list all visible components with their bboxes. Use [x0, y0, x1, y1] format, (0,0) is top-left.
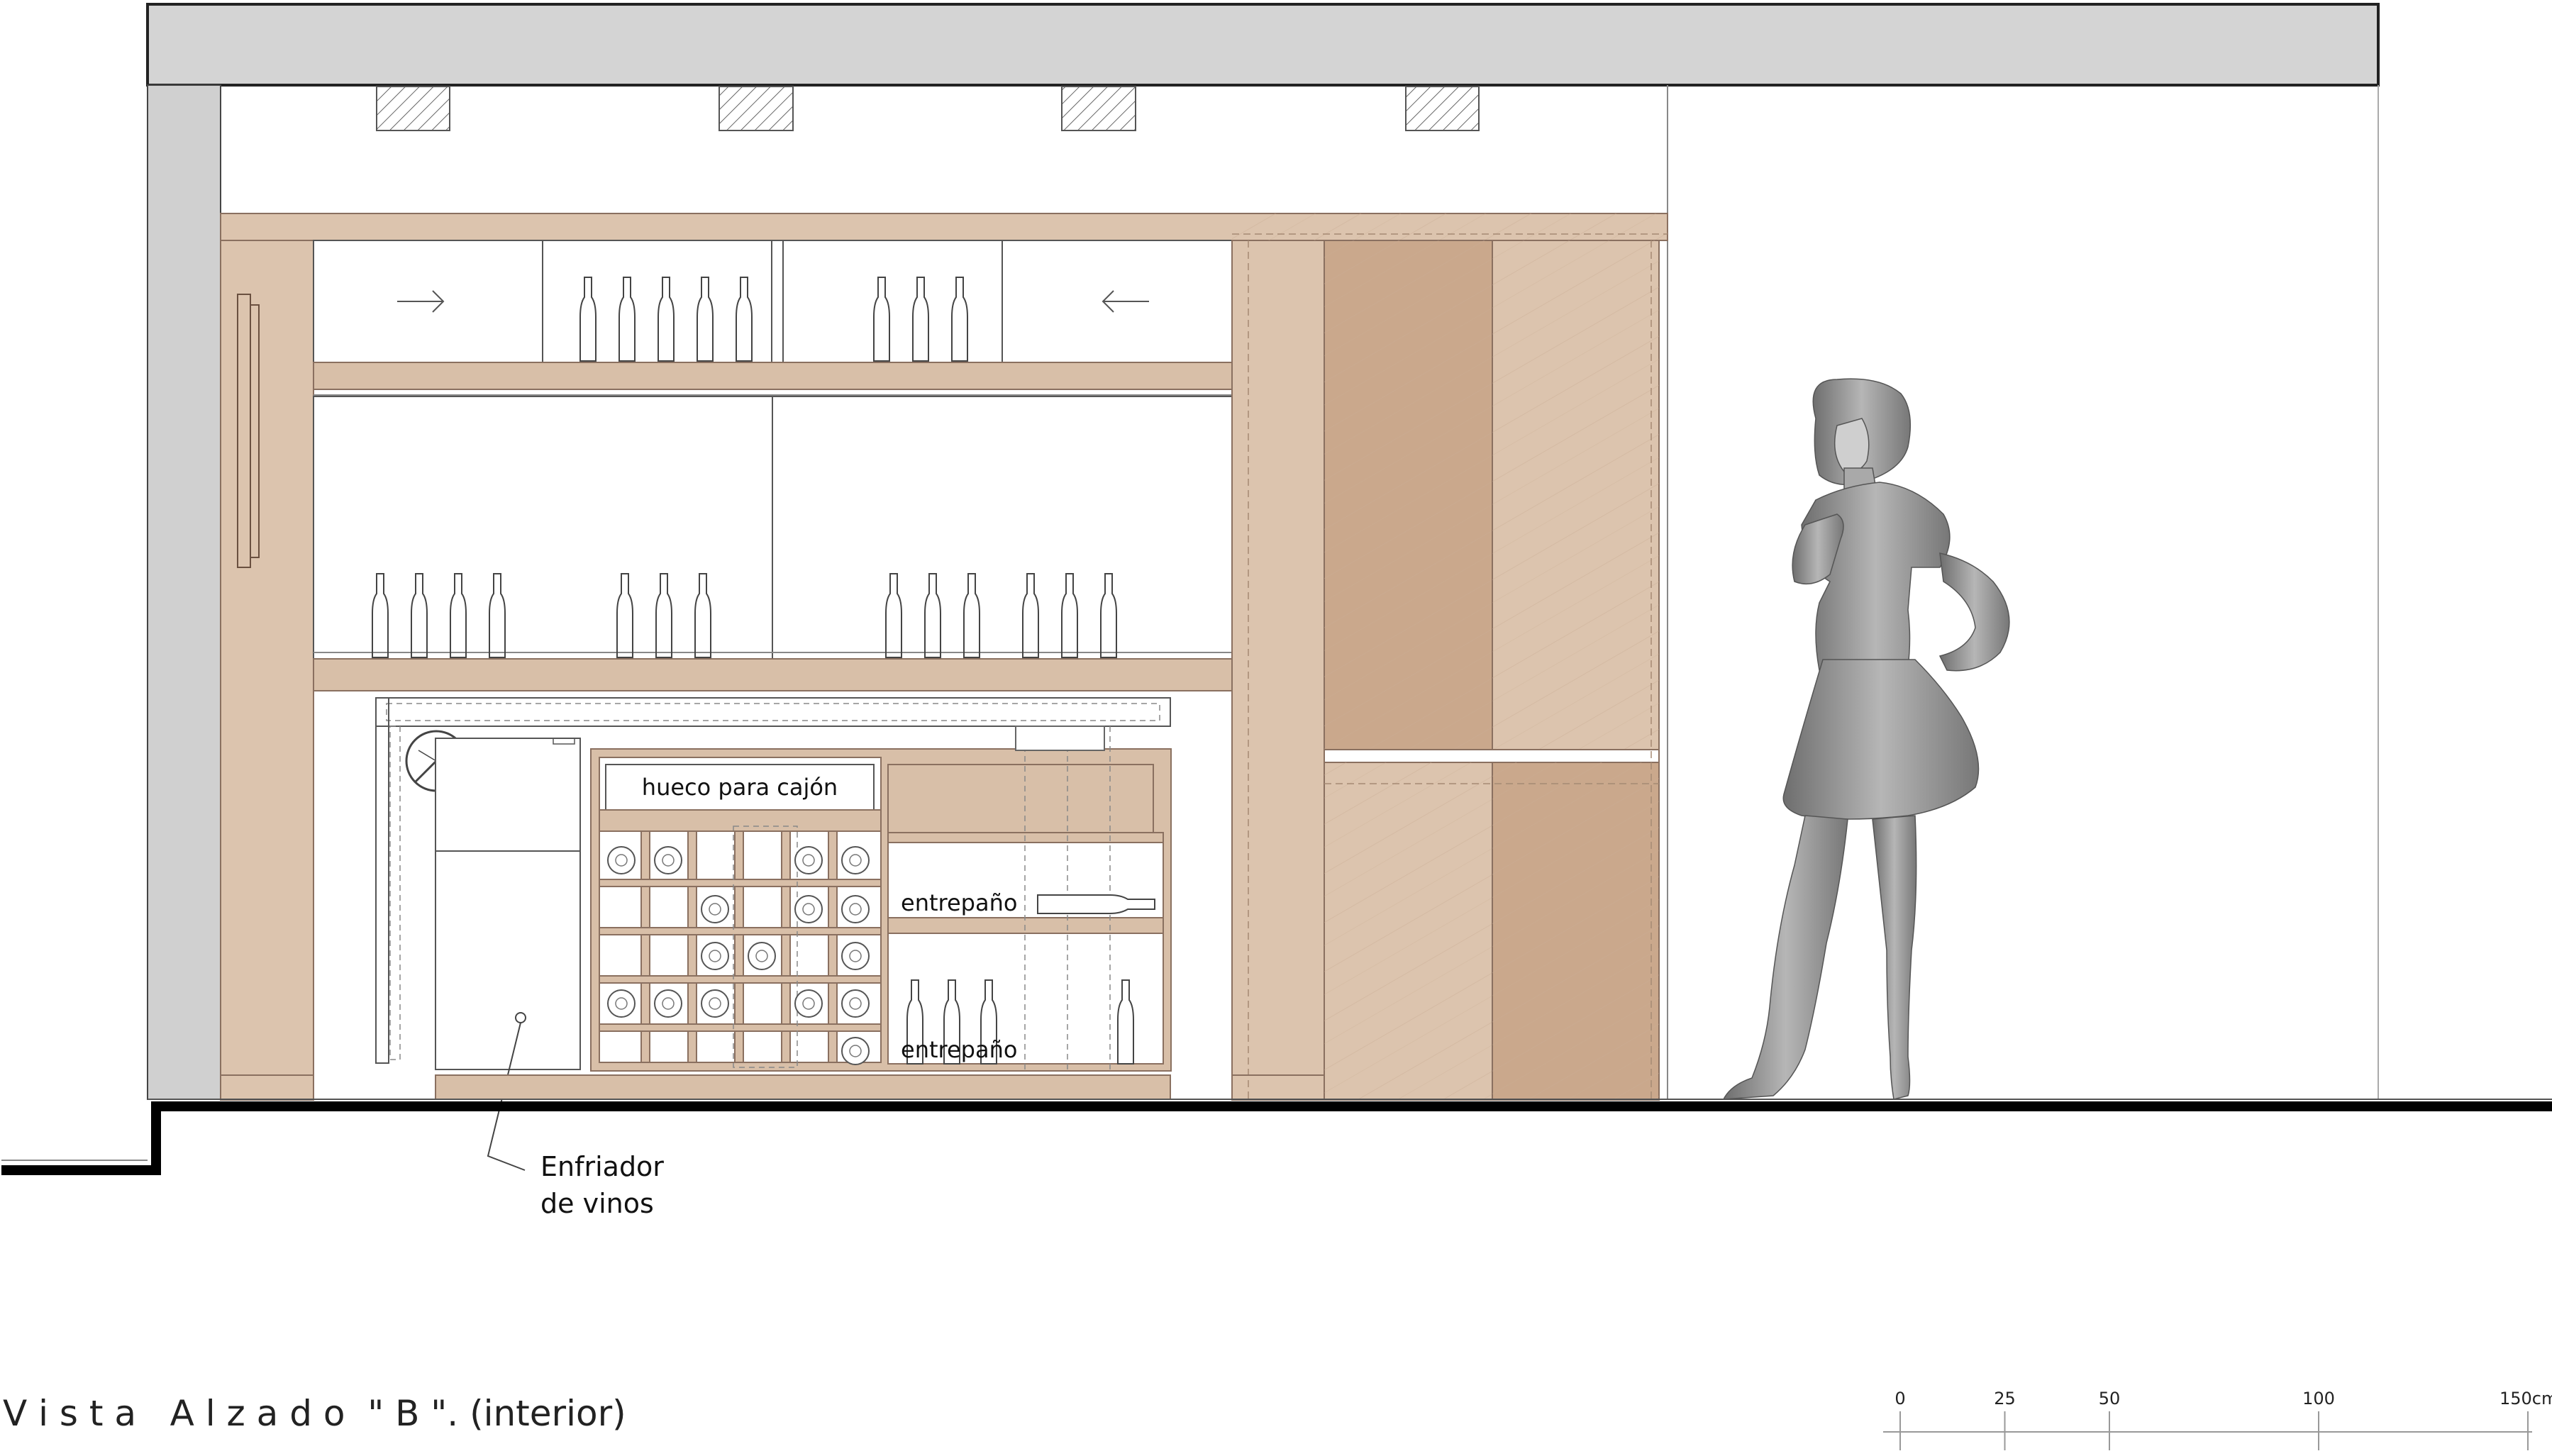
- human-figure-icon: [1722, 378, 2010, 1100]
- label-cooler-line1: Enfriador: [540, 1151, 664, 1182]
- cava-drawer: [887, 764, 1154, 833]
- ceiling-light: [719, 86, 794, 131]
- cooler-knob: [515, 1012, 526, 1023]
- shelf-board: [313, 362, 1233, 390]
- left-side-panel: [220, 240, 314, 1101]
- counter-frame: [375, 697, 1171, 727]
- label-drawer-gap: hueco para cajón: [642, 774, 838, 801]
- center-divider-panel: [1231, 240, 1325, 1101]
- label-shelf-upper: entrepaño: [901, 889, 1017, 916]
- label-shelf-lower: entrepaño: [901, 1036, 1017, 1063]
- floor-slab: [1, 1101, 2552, 1175]
- base-plinth: [435, 1074, 1171, 1100]
- shelf-board: [313, 658, 1233, 691]
- label-cooler-line2: de vinos: [540, 1188, 654, 1219]
- scale-bar-label: 50: [2099, 1389, 2121, 1408]
- scale-bar-label: 25: [1994, 1389, 2016, 1408]
- scale-bar-label: 100: [2302, 1389, 2335, 1408]
- ceiling-light: [376, 86, 450, 131]
- ceiling-slab: [146, 3, 2380, 87]
- ceiling-light: [1405, 86, 1480, 131]
- scale-bar: 0 25 50 100 150cm: [1883, 1389, 2552, 1450]
- wine-cooler: [435, 738, 581, 1070]
- scale-bar-label: 150cm: [2500, 1389, 2552, 1408]
- shelf-board: [887, 917, 1164, 934]
- ceiling-light: [1061, 86, 1136, 131]
- cava-grid: [599, 830, 882, 1063]
- elevation-drawing: hueco para cajón entrepaño entrepaño Enf…: [1, 3, 2552, 1450]
- scale-bar-label: 0: [1894, 1389, 1905, 1408]
- left-wall: [147, 84, 221, 1100]
- drawing-title: V i s t a A l z a d o " B ". (interior): [3, 1393, 626, 1434]
